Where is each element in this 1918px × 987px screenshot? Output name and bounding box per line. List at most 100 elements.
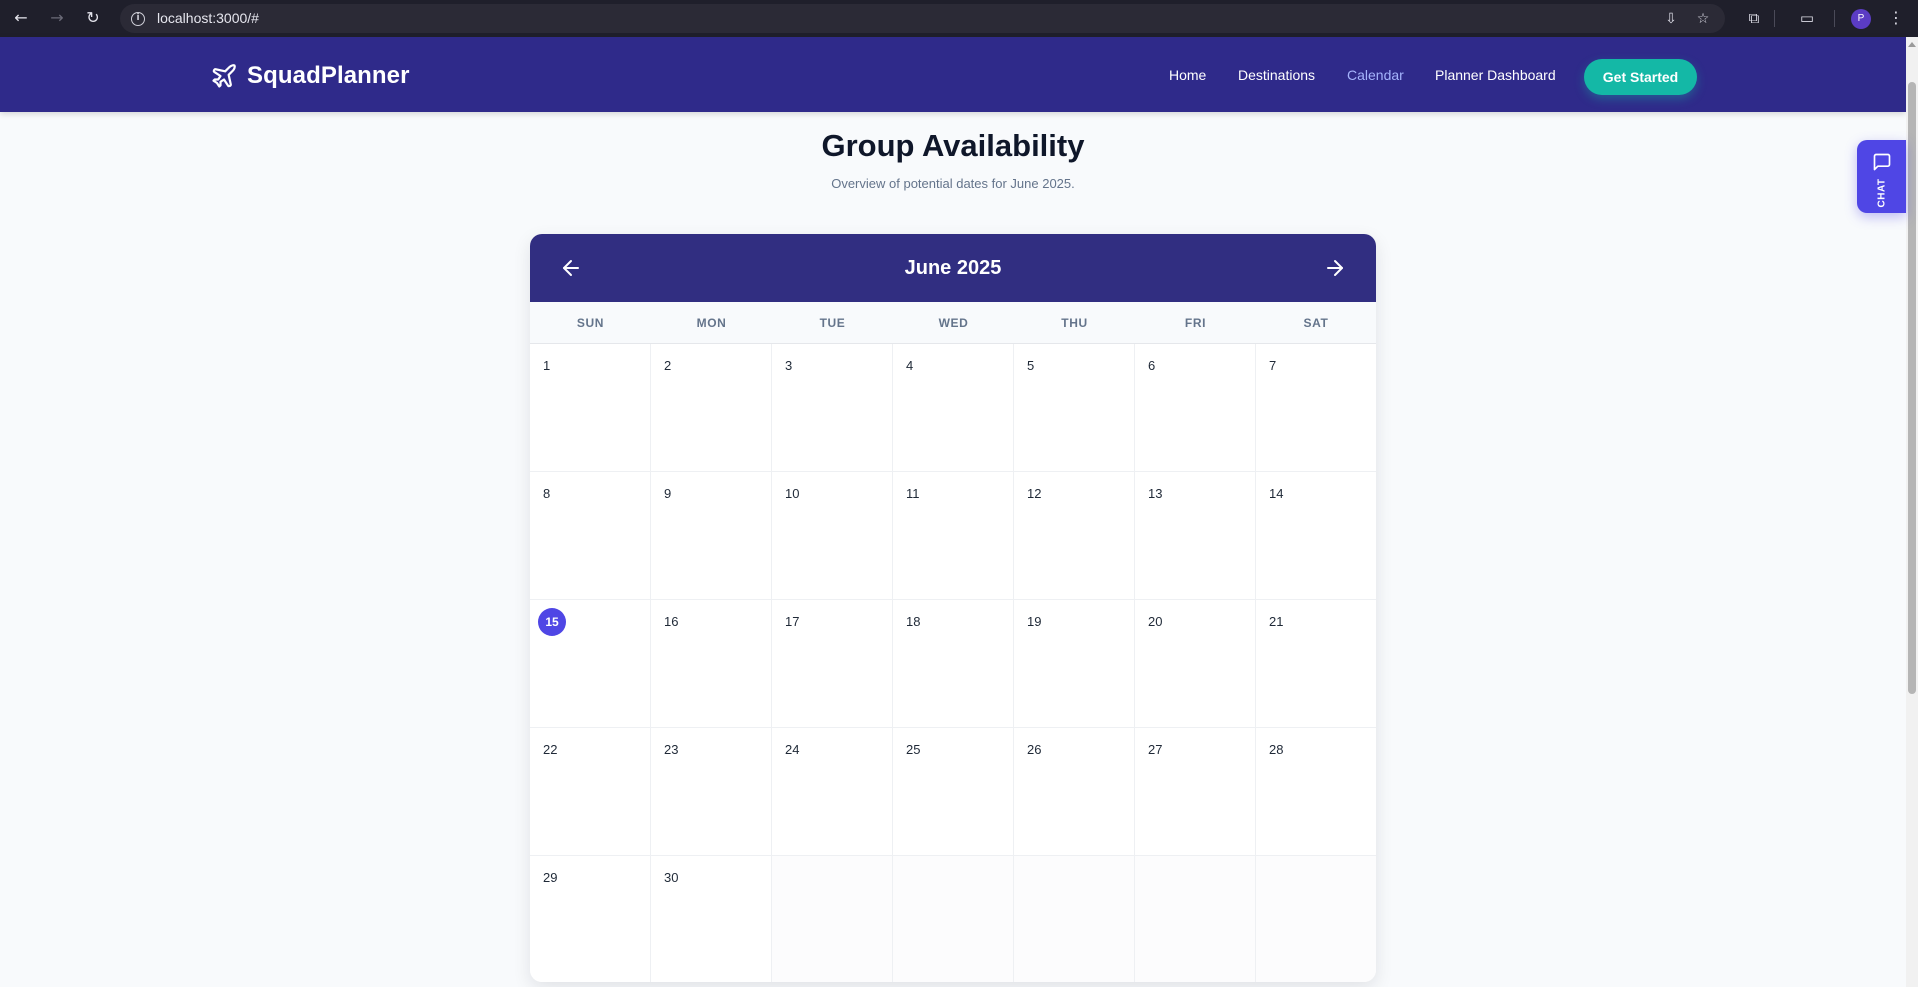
calendar-day-cell[interactable]: 17 bbox=[772, 600, 893, 728]
day-number: 5 bbox=[1027, 358, 1035, 373]
calendar-month-label: June 2025 bbox=[904, 257, 1002, 279]
day-number: 11 bbox=[906, 486, 920, 501]
calendar-day-cell[interactable]: 9 bbox=[651, 472, 772, 600]
calendar-empty-cell bbox=[772, 856, 893, 982]
calendar-day-cell[interactable]: 1 bbox=[530, 344, 651, 472]
calendar-day-cell[interactable]: 12 bbox=[1014, 472, 1135, 600]
weekday-label: TUE bbox=[819, 316, 846, 330]
calendar-day-cell[interactable]: 27 bbox=[1135, 728, 1256, 856]
today-day-number: 15 bbox=[538, 608, 566, 636]
chat-bubble-icon bbox=[1873, 153, 1891, 171]
day-number: 4 bbox=[906, 358, 914, 373]
app-header: SquadPlanner Home Destinations Calendar … bbox=[0, 37, 1906, 112]
calendar-day-cell[interactable]: 21 bbox=[1256, 600, 1376, 728]
calendar-day-cell[interactable]: 7 bbox=[1256, 344, 1376, 472]
calendar-day-cell[interactable]: 6 bbox=[1135, 344, 1256, 472]
calendar-day-cell[interactable]: 14 bbox=[1256, 472, 1376, 600]
nav-planner-dashboard[interactable]: Planner Dashboard bbox=[1435, 67, 1556, 83]
weekday-header-row: SUN MON TUE WED THU FRI SAT bbox=[530, 302, 1376, 344]
get-started-button[interactable]: Get Started bbox=[1584, 59, 1697, 95]
browser-toolbar: ← → ↻ i localhost:3000/# ⇩ ☆ ⧉ ▭ P ⋮ bbox=[0, 0, 1918, 37]
day-number: 12 bbox=[1027, 486, 1042, 501]
page-subtitle: Overview of potential dates for June 202… bbox=[831, 176, 1075, 191]
scrollbar-thumb[interactable] bbox=[1908, 82, 1916, 694]
calendar-day-cell[interactable]: 30 bbox=[651, 856, 772, 982]
calendar-day-cell[interactable]: 24 bbox=[772, 728, 893, 856]
day-number: 3 bbox=[785, 358, 793, 373]
day-number: 9 bbox=[664, 486, 672, 501]
day-number: 20 bbox=[1148, 614, 1163, 629]
day-number: 27 bbox=[1148, 742, 1163, 757]
day-number: 2 bbox=[664, 358, 672, 373]
calendar-day-cell[interactable]: 13 bbox=[1135, 472, 1256, 600]
day-number: 18 bbox=[906, 614, 921, 629]
extensions-icon[interactable]: ⧉ bbox=[1742, 6, 1766, 30]
profile-avatar[interactable]: P bbox=[1851, 9, 1871, 29]
next-month-icon[interactable] bbox=[1323, 256, 1347, 280]
day-number: 14 bbox=[1269, 486, 1284, 501]
calendar-day-cell[interactable]: 26 bbox=[1014, 728, 1135, 856]
install-app-icon[interactable]: ⇩ bbox=[1660, 8, 1682, 30]
nav-home[interactable]: Home bbox=[1169, 67, 1206, 83]
calendar-day-cell[interactable]: 16 bbox=[651, 600, 772, 728]
day-number: 8 bbox=[543, 486, 551, 501]
day-number: 24 bbox=[785, 742, 800, 757]
chat-label: CHAT bbox=[1876, 178, 1888, 208]
day-number: 28 bbox=[1269, 742, 1284, 757]
calendar-day-cell[interactable]: 3 bbox=[772, 344, 893, 472]
weekday-label: SUN bbox=[576, 316, 605, 330]
calendar-day-cell[interactable]: 22 bbox=[530, 728, 651, 856]
page-title: Group Availability bbox=[821, 128, 1085, 163]
calendar-day-cell[interactable]: 18 bbox=[893, 600, 1014, 728]
brand-name: SquadPlanner bbox=[247, 62, 410, 89]
calendar-day-cell[interactable]: 8 bbox=[530, 472, 651, 600]
nav-destinations[interactable]: Destinations bbox=[1238, 67, 1315, 83]
tab-search-icon[interactable]: ▭ bbox=[1795, 6, 1819, 30]
toolbar-divider bbox=[1774, 10, 1775, 27]
calendar-day-cell[interactable]: 5 bbox=[1014, 344, 1135, 472]
calendar-day-cell[interactable]: 11 bbox=[893, 472, 1014, 600]
calendar-day-cell[interactable]: 19 bbox=[1014, 600, 1135, 728]
address-bar[interactable]: i localhost:3000/# ⇩ ☆ bbox=[120, 4, 1725, 33]
calendar-day-cell[interactable]: 4 bbox=[893, 344, 1014, 472]
calendar-empty-cell bbox=[1135, 856, 1256, 982]
day-number: 22 bbox=[543, 742, 558, 757]
calendar-day-cell[interactable]: 2 bbox=[651, 344, 772, 472]
calendar-empty-cell bbox=[1014, 856, 1135, 982]
day-number: 6 bbox=[1148, 358, 1156, 373]
browser-menu-icon[interactable]: ⋮ bbox=[1888, 6, 1904, 30]
page-scrollbar[interactable] bbox=[1906, 37, 1918, 987]
forward-icon[interactable]: → bbox=[45, 6, 69, 30]
site-info-icon[interactable]: i bbox=[131, 12, 145, 26]
weekday-label: THU bbox=[1061, 316, 1088, 330]
bookmark-star-icon[interactable]: ☆ bbox=[1692, 8, 1714, 30]
day-number: 10 bbox=[785, 486, 800, 501]
calendar-day-cell[interactable]: 29 bbox=[530, 856, 651, 982]
reload-icon[interactable]: ↻ bbox=[81, 6, 105, 30]
day-number: 23 bbox=[664, 742, 679, 757]
day-number: 25 bbox=[906, 742, 921, 757]
calendar-day-cell[interactable]: 10 bbox=[772, 472, 893, 600]
back-icon[interactable]: ← bbox=[9, 6, 33, 30]
toolbar-divider bbox=[1834, 10, 1835, 27]
nav-calendar[interactable]: Calendar bbox=[1347, 67, 1404, 83]
url-text[interactable]: localhost:3000/# bbox=[157, 10, 259, 26]
brand-logo[interactable]: SquadPlanner bbox=[210, 61, 410, 91]
scroll-up-icon[interactable] bbox=[1908, 42, 1916, 47]
calendar-day-cell[interactable]: 23 bbox=[651, 728, 772, 856]
chat-tab-button[interactable]: CHAT bbox=[1857, 140, 1906, 213]
weekday-label: MON bbox=[696, 316, 727, 330]
day-number: 30 bbox=[664, 870, 679, 885]
calendar-empty-cell bbox=[1256, 856, 1376, 982]
day-number: 1 bbox=[543, 358, 551, 373]
calendar-grid: 1 2 3 4 5 6 7 8 9 10 11 12 13 14 15 16 17 18 19 20 21 22 23 24 2… bbox=[530, 344, 1376, 982]
calendar-day-cell[interactable]: 20 bbox=[1135, 600, 1256, 728]
weekday-label: WED bbox=[938, 316, 969, 330]
calendar-day-cell[interactable]: 28 bbox=[1256, 728, 1376, 856]
weekday-label: FRI bbox=[1184, 316, 1207, 330]
calendar-card: June 2025 SUN MON TUE WED THU FRI SAT 12… bbox=[530, 234, 1376, 982]
calendar-day-cell[interactable]: 15 bbox=[530, 600, 651, 728]
day-number: 17 bbox=[785, 614, 800, 629]
calendar-day-cell[interactable]: 25 bbox=[893, 728, 1014, 856]
weekday-label: SAT bbox=[1303, 316, 1329, 330]
